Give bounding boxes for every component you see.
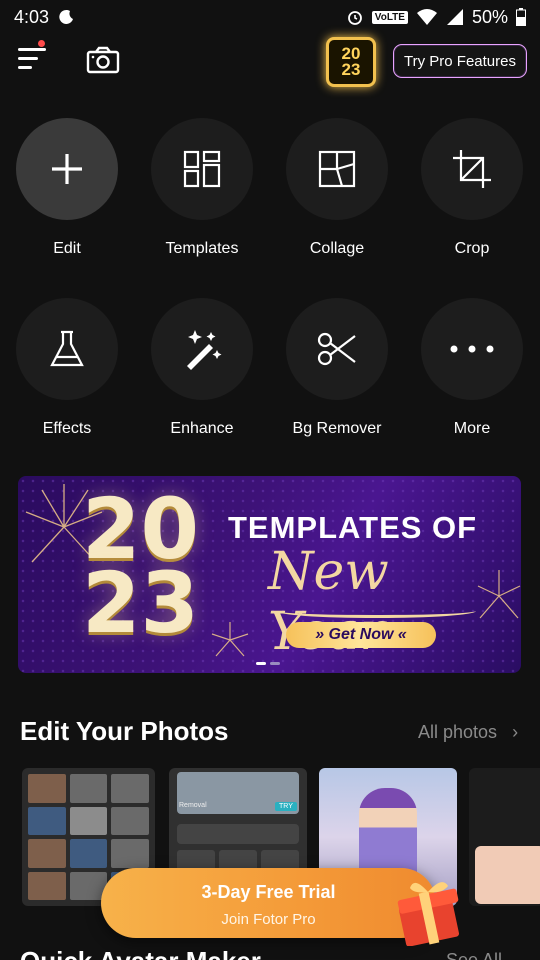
firework-icon [211, 622, 249, 657]
app-bar: 20 23 Try Pro Features [0, 34, 540, 90]
banner-title: TEMPLATES OF [228, 510, 478, 545]
banner-year: 20 23 [82, 480, 199, 652]
new-year-badge[interactable]: 20 23 [326, 37, 376, 87]
battery-percent: 50% [471, 6, 508, 27]
plus-icon [52, 154, 82, 184]
magic-wand-icon [187, 330, 222, 370]
alarm-icon [347, 11, 362, 25]
banner-swoosh [276, 604, 476, 618]
photo-thumbnail[interactable] [469, 768, 540, 906]
volte-indicator: VoLTE [371, 10, 408, 24]
chevron-right-icon: › [502, 722, 519, 742]
templates-icon [183, 150, 221, 188]
status-bar: 4:03 VoLTE 50% [0, 0, 540, 34]
section-title: Quick Avatar Maker [20, 946, 261, 960]
menu-icon [18, 48, 46, 51]
signal-icon [446, 9, 463, 25]
tool-bg-remover[interactable]: Bg Remover [272, 298, 402, 438]
scissors-icon [317, 332, 356, 366]
tool-templates[interactable]: Templates [137, 118, 267, 258]
trial-title: 3-Day Free Trial [201, 882, 336, 902]
tool-effects[interactable]: Effects [2, 298, 132, 438]
chevrons-right-icon: » [315, 626, 329, 643]
tool-enhance[interactable]: Enhance [137, 298, 267, 438]
trial-subtitle: Join Fotor Pro [221, 911, 316, 928]
get-now-button[interactable]: » Get Now « [286, 622, 436, 648]
flask-icon [50, 330, 84, 367]
photo-subject [475, 846, 540, 904]
camera-icon[interactable] [86, 46, 120, 74]
tool-more[interactable]: More [407, 298, 537, 438]
new-year-banner[interactable]: 20 23 TEMPLATES OF New Year » Get Now « [18, 476, 521, 673]
collage-icon [318, 150, 356, 188]
crop-icon [453, 150, 491, 188]
chevrons-left-icon: « [393, 626, 407, 643]
do-not-disturb-icon [59, 9, 74, 24]
banner-pager [256, 662, 280, 665]
notification-dot [38, 40, 45, 47]
tool-crop[interactable]: Crop [407, 118, 537, 258]
tool-edit[interactable]: Edit [2, 118, 132, 258]
more-icon [450, 345, 494, 353]
battery-icon [516, 8, 526, 26]
see-all-link[interactable]: See All [446, 950, 502, 960]
all-photos-link[interactable]: All photos › [418, 722, 518, 743]
free-trial-banner[interactable]: 3-Day Free Trial Join Fotor Pro [101, 868, 436, 938]
try-pro-button[interactable]: Try Pro Features [393, 44, 527, 78]
status-time: 4:03 [14, 6, 50, 27]
menu-button[interactable] [18, 48, 46, 74]
tool-collage[interactable]: Collage [272, 118, 402, 258]
wifi-icon [416, 9, 437, 25]
gift-icon [397, 882, 460, 946]
section-title: Edit Your Photos [20, 716, 229, 746]
